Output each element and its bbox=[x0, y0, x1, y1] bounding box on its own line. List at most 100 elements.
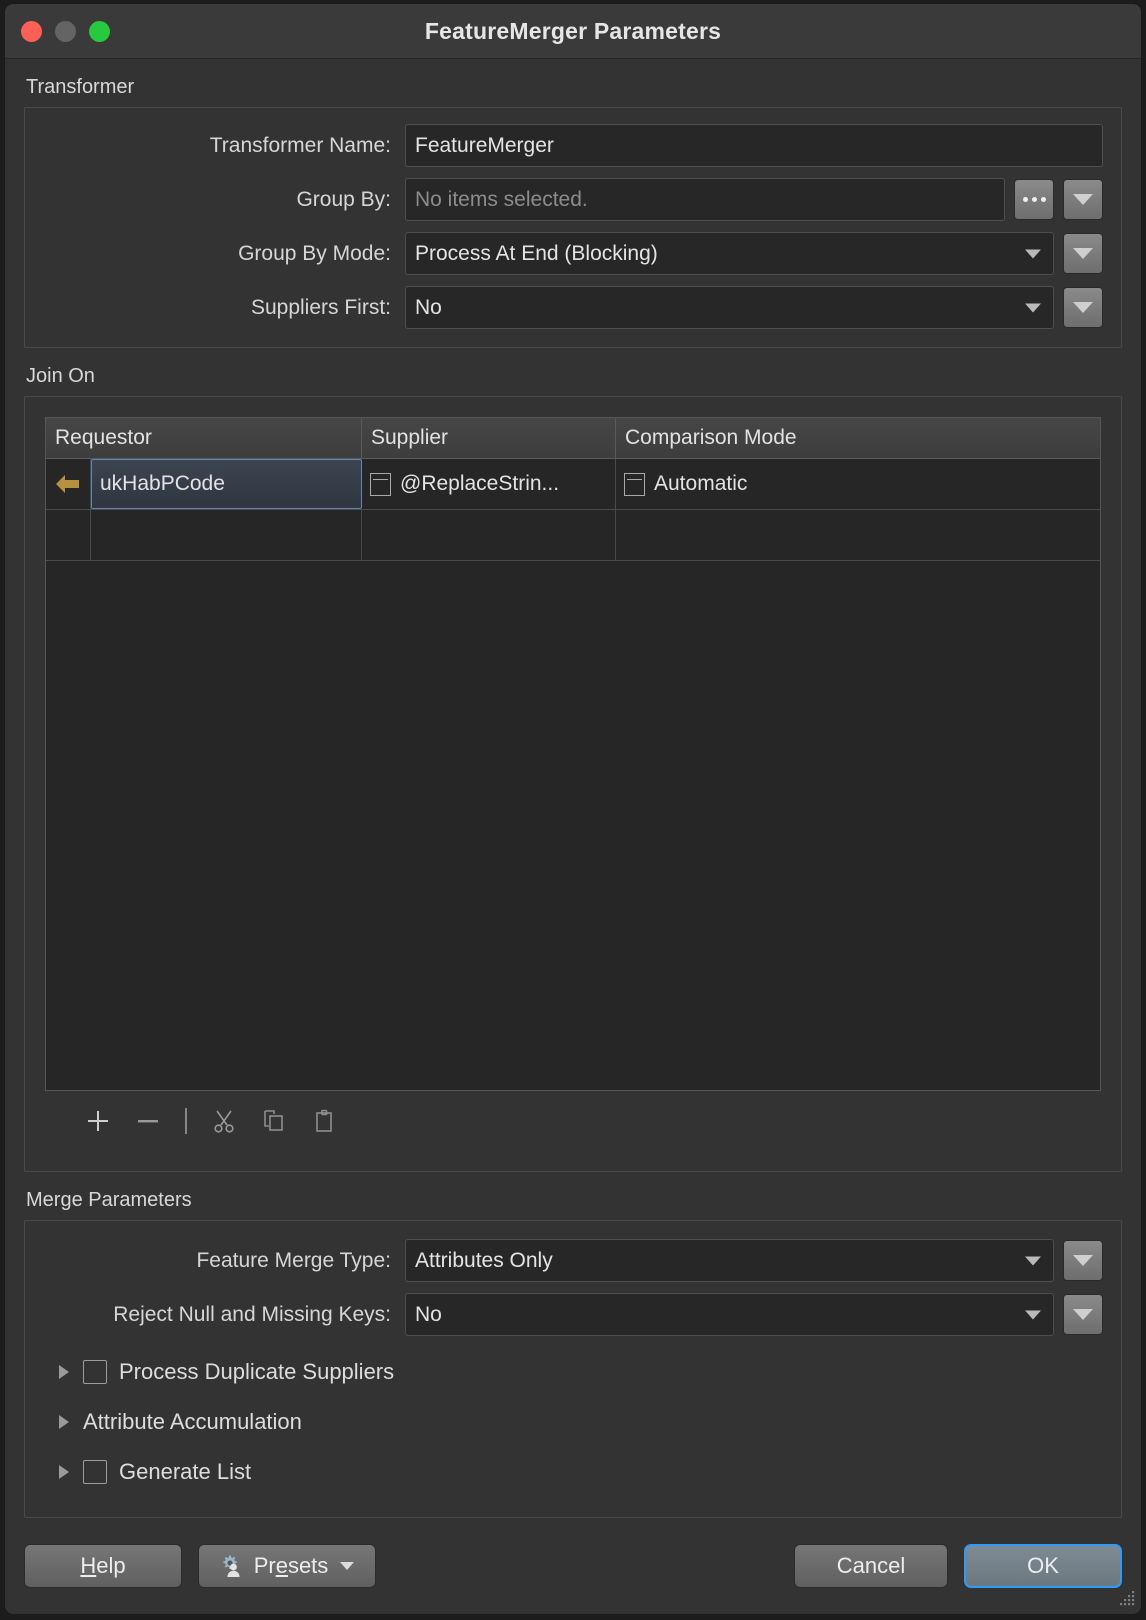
group-by-menu-button[interactable] bbox=[1063, 179, 1103, 220]
cell-supplier-value: @ReplaceStrin... bbox=[400, 472, 560, 495]
presets-mnemonic: e bbox=[275, 1553, 288, 1578]
merge-parameters-section-title: Merge Parameters bbox=[26, 1189, 192, 1211]
ok-button[interactable]: OK bbox=[964, 1544, 1122, 1588]
chevron-right-icon[interactable] bbox=[59, 1365, 69, 1379]
minus-icon bbox=[138, 1120, 158, 1123]
transformer-section-title: Transformer bbox=[26, 76, 135, 98]
maximize-button[interactable] bbox=[89, 20, 110, 42]
presets-icon bbox=[222, 1555, 240, 1577]
copy-icon bbox=[264, 1110, 283, 1131]
left-arrow-marker-icon bbox=[56, 475, 79, 493]
group-by-mode-menu-button[interactable] bbox=[1063, 233, 1103, 274]
cell-comparison-mode-value: Automatic bbox=[654, 472, 748, 495]
transformer-group: Transformer Name: FeatureMerger Group By… bbox=[24, 107, 1122, 348]
chevron-down-icon bbox=[340, 1562, 355, 1570]
reject-null-label: Reject Null and Missing Keys: bbox=[113, 1302, 391, 1326]
group-by-mode-value: Process At End (Blocking) bbox=[415, 241, 658, 265]
chevron-down-icon bbox=[1073, 248, 1093, 259]
chevron-down-icon bbox=[1025, 303, 1041, 312]
merge-parameters-group: Feature Merge Type: Attributes Only Reje… bbox=[24, 1220, 1122, 1518]
presets-label-post: sets bbox=[287, 1553, 329, 1578]
table-empty-area bbox=[46, 561, 1100, 1090]
help-button-label: Help bbox=[80, 1553, 125, 1579]
ellipsis-icon bbox=[1022, 197, 1046, 202]
minimize-button[interactable] bbox=[55, 20, 76, 42]
join-on-table: Requestor Supplier Comparison Mode ukHab… bbox=[45, 417, 1101, 1091]
cell-requestor[interactable]: ukHabPCode bbox=[91, 459, 362, 509]
reject-null-menu-button[interactable] bbox=[1063, 1294, 1103, 1335]
reject-null-value: No bbox=[415, 1302, 442, 1326]
table-row[interactable]: ukHabPCode @ReplaceStrin... Automatic bbox=[46, 459, 1100, 510]
cell-supplier[interactable]: @ReplaceStrin... bbox=[362, 459, 616, 509]
paste-button[interactable] bbox=[299, 1099, 349, 1143]
chevron-down-icon bbox=[1025, 249, 1041, 258]
suppliers-first-menu-button[interactable] bbox=[1063, 287, 1103, 328]
add-row-button[interactable] bbox=[73, 1099, 123, 1143]
chevron-right-icon[interactable] bbox=[59, 1465, 69, 1479]
suppliers-first-label: Suppliers First: bbox=[250, 295, 391, 319]
presets-button-label: Presets bbox=[254, 1553, 329, 1579]
transformer-name-label: Transformer Name: bbox=[209, 133, 391, 157]
transformer-name-input[interactable]: FeatureMerger bbox=[405, 124, 1103, 167]
clipboard-icon bbox=[316, 1109, 332, 1132]
join-on-group: Requestor Supplier Comparison Mode ukHab… bbox=[24, 396, 1122, 1172]
group-by-mode-select[interactable]: Process At End (Blocking) bbox=[405, 232, 1054, 275]
chevron-right-icon[interactable] bbox=[59, 1415, 69, 1429]
tree-item-label: Attribute Accumulation bbox=[83, 1409, 302, 1434]
process-duplicate-suppliers-checkbox[interactable] bbox=[83, 1360, 107, 1384]
cell-comparison-mode[interactable]: Automatic bbox=[616, 459, 1100, 509]
plus-icon bbox=[88, 1111, 108, 1131]
combo-box-icon bbox=[370, 472, 391, 496]
feature-merge-type-label: Feature Merge Type: bbox=[196, 1248, 391, 1272]
resize-grip-icon[interactable] bbox=[1116, 1589, 1136, 1609]
presets-label-pre: Pr bbox=[253, 1553, 276, 1578]
reject-null-select[interactable]: No bbox=[405, 1293, 1054, 1336]
chevron-down-icon bbox=[1073, 194, 1093, 205]
feature-merge-type-menu-button[interactable] bbox=[1063, 1240, 1103, 1281]
window-controls bbox=[21, 4, 110, 58]
group-by-row: Group By: No items selected. bbox=[25, 178, 1121, 221]
group-by-label: Group By: bbox=[296, 187, 391, 211]
help-button[interactable]: Help bbox=[24, 1544, 182, 1588]
column-header-supplier[interactable]: Supplier bbox=[362, 418, 616, 458]
window-title: FeatureMerger Parameters bbox=[424, 17, 722, 44]
tree-item-process-duplicate-suppliers[interactable]: Process Duplicate Suppliers bbox=[25, 1347, 1121, 1397]
row-marker-gutter[interactable] bbox=[46, 459, 91, 509]
dialog-content: Transformer Transformer Name: FeatureMer… bbox=[5, 59, 1141, 1518]
scissors-icon bbox=[214, 1110, 234, 1133]
column-header-requestor[interactable]: Requestor bbox=[46, 418, 362, 458]
transformer-name-row: Transformer Name: FeatureMerger bbox=[25, 124, 1121, 167]
join-on-toolbar bbox=[45, 1091, 1101, 1151]
help-button-label-rest: elp bbox=[96, 1553, 126, 1578]
chevron-down-icon bbox=[1073, 1309, 1093, 1320]
cut-button[interactable] bbox=[199, 1099, 249, 1143]
tree-item-attribute-accumulation[interactable]: Attribute Accumulation bbox=[25, 1397, 1121, 1447]
chevron-down-icon bbox=[1025, 1256, 1041, 1265]
copy-button[interactable] bbox=[249, 1099, 299, 1143]
presets-button[interactable]: Presets bbox=[198, 1544, 376, 1588]
row-marker-gutter[interactable] bbox=[46, 510, 91, 560]
remove-row-button[interactable] bbox=[123, 1099, 173, 1143]
tree-item-generate-list[interactable]: Generate List bbox=[25, 1447, 1121, 1497]
tree-item-label: Process Duplicate Suppliers bbox=[119, 1359, 395, 1384]
cell-supplier[interactable] bbox=[362, 510, 616, 560]
suppliers-first-select[interactable]: No bbox=[405, 286, 1054, 329]
help-mnemonic: H bbox=[80, 1553, 97, 1578]
join-on-section-title: Join On bbox=[26, 365, 95, 387]
cancel-button[interactable]: Cancel bbox=[794, 1544, 948, 1588]
table-row-empty[interactable] bbox=[46, 510, 1100, 561]
generate-list-checkbox[interactable] bbox=[83, 1460, 107, 1484]
group-by-input[interactable]: No items selected. bbox=[405, 178, 1005, 221]
close-button[interactable] bbox=[21, 20, 42, 42]
feature-merge-type-value: Attributes Only bbox=[415, 1248, 553, 1272]
title-bar: FeatureMerger Parameters bbox=[5, 4, 1141, 59]
cell-requestor[interactable] bbox=[91, 510, 362, 560]
feature-merge-type-select[interactable]: Attributes Only bbox=[405, 1239, 1054, 1282]
cell-comparison-mode[interactable] bbox=[616, 510, 1100, 560]
chevron-down-icon bbox=[1025, 1310, 1041, 1319]
group-by-browse-button[interactable] bbox=[1014, 179, 1054, 220]
tree-item-label: Generate List bbox=[119, 1459, 252, 1484]
column-header-comparison-mode[interactable]: Comparison Mode bbox=[616, 418, 1100, 458]
group-by-mode-label: Group By Mode: bbox=[238, 241, 391, 265]
chevron-down-icon bbox=[1073, 302, 1093, 313]
